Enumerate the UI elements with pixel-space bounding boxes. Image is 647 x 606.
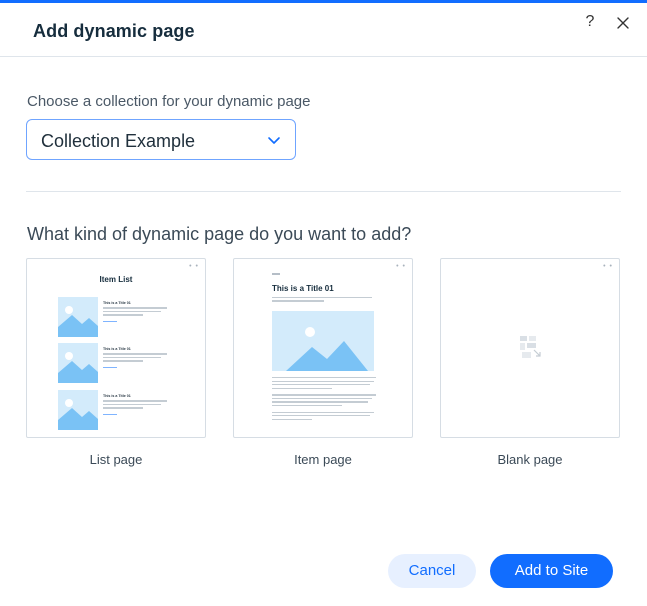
- section-divider: [26, 191, 621, 192]
- list-preview-row: This is a Title 01: [58, 343, 170, 385]
- page-type-question: What kind of dynamic page do you want to…: [27, 224, 412, 244]
- list-page-label[interactable]: List page: [26, 452, 206, 467]
- dialog-title: Add dynamic page: [33, 21, 195, 41]
- dialog-header: Add dynamic page ?: [0, 3, 647, 57]
- window-dots: • •: [603, 263, 613, 270]
- list-page-card[interactable]: • • Item List This is a Title 01 This is…: [26, 258, 206, 438]
- window-dots: • •: [396, 263, 406, 270]
- list-row-title: This is a Title 01: [103, 301, 131, 305]
- item-page-card[interactable]: • • This is a Title 01: [233, 258, 413, 438]
- item-preview-body: [272, 377, 376, 422]
- item-preview-title: This is a Title 01: [272, 284, 334, 293]
- item-page-label[interactable]: Item page: [233, 452, 413, 467]
- chevron-down-icon: [268, 137, 280, 144]
- blank-page-card[interactable]: • •: [440, 258, 620, 438]
- back-link: [272, 273, 280, 275]
- collection-label: Choose a collection for your dynamic pag…: [27, 93, 311, 110]
- cancel-button[interactable]: Cancel: [388, 554, 476, 588]
- close-icon: [617, 17, 629, 29]
- collection-dropdown[interactable]: Collection Example: [26, 119, 296, 160]
- image-placeholder-icon: [58, 297, 98, 337]
- list-row-title: This is a Title 01: [103, 394, 131, 398]
- image-placeholder-icon: [272, 311, 374, 371]
- window-dots: • •: [189, 263, 199, 270]
- list-preview-title: Item List: [99, 275, 133, 284]
- list-preview-row: This is a Title 01: [58, 297, 170, 339]
- help-button[interactable]: ?: [582, 13, 598, 33]
- blank-page-label[interactable]: Blank page: [440, 452, 620, 467]
- collection-selected-value: Collection Example: [41, 131, 196, 151]
- list-row-title: This is a Title 01: [103, 347, 131, 351]
- close-button[interactable]: [614, 14, 632, 32]
- item-preview-subtitle: [272, 297, 374, 304]
- add-to-site-button[interactable]: Add to Site: [490, 554, 613, 588]
- image-placeholder-icon: [58, 390, 98, 430]
- blank-page-icon: [520, 336, 541, 358]
- list-preview-row: This is a Title 01: [58, 390, 170, 432]
- image-placeholder-icon: [58, 343, 98, 383]
